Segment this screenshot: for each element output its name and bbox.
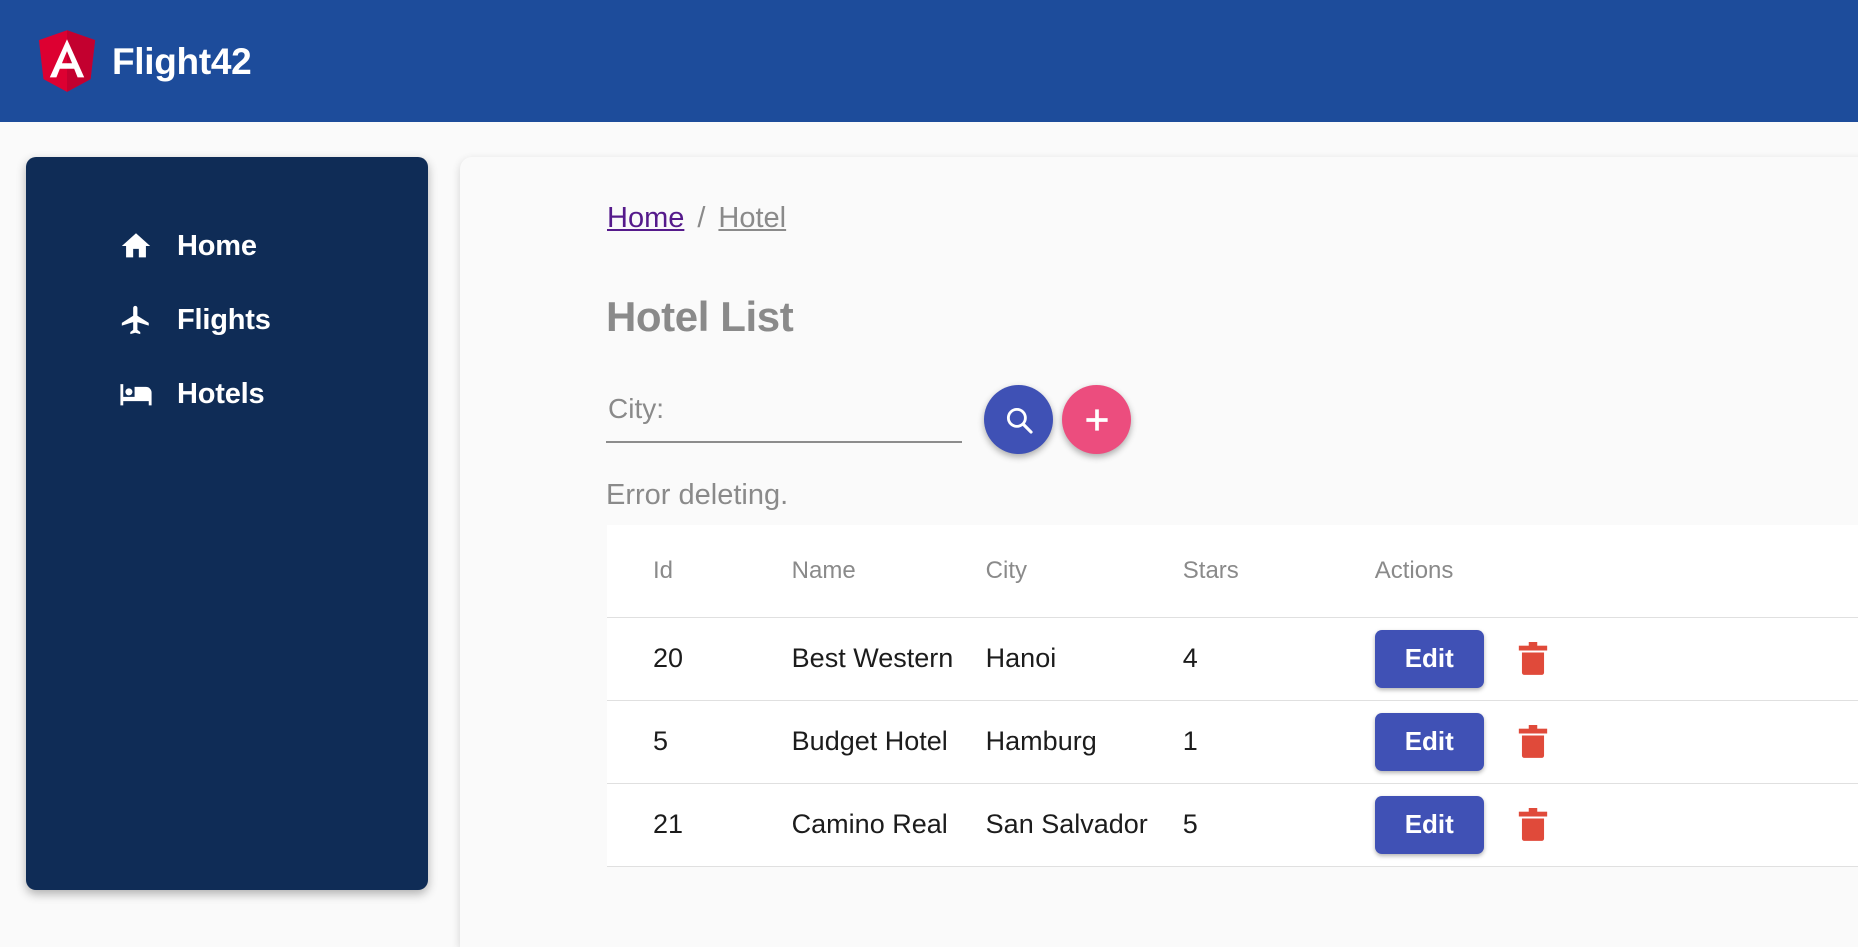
breadcrumb-separator: / (697, 202, 706, 234)
plus-icon (1080, 403, 1114, 437)
column-header-stars: Stars (1182, 525, 1375, 618)
top-app-bar: Flight42 (0, 0, 1858, 122)
edit-button[interactable]: Edit (1374, 795, 1484, 854)
angular-logo-icon (38, 30, 96, 92)
cell-city: Hamburg (985, 700, 1183, 784)
cell-actions: Edit (1374, 617, 1858, 701)
trash-icon (1516, 806, 1550, 844)
cell-stars: 4 (1182, 617, 1375, 701)
cell-stars: 5 (1182, 783, 1375, 867)
table-row: 5 Budget Hotel Hamburg 1 Edit (607, 700, 1858, 784)
search-button[interactable] (984, 385, 1053, 454)
sidebar-item-label: Home (177, 229, 257, 262)
trash-icon (1516, 723, 1550, 761)
table-body: 20 Best Western Hanoi 4 Edit 5 Budget Ho… (607, 617, 1858, 867)
sidebar-item-hotels[interactable]: Hotels (26, 357, 428, 431)
hotel-table: Id Name City Stars Actions 20 Best Weste… (607, 525, 1858, 867)
trash-icon (1516, 640, 1550, 678)
sidebar-nav: Home Flights Hotels (26, 157, 428, 890)
cell-name: Budget Hotel (791, 700, 986, 784)
cell-name: Camino Real (791, 783, 986, 867)
edit-button[interactable]: Edit (1374, 629, 1484, 688)
column-header-city: City (985, 525, 1183, 618)
cell-stars: 1 (1182, 700, 1375, 784)
sidebar-item-label: Hotels (177, 377, 265, 410)
cell-id: 21 (607, 783, 792, 867)
error-message: Error deleting. (606, 479, 789, 511)
sidebar-item-flights[interactable]: Flights (26, 283, 428, 357)
table-row: 21 Camino Real San Salvador 5 Edit (607, 783, 1858, 867)
airplane-icon (119, 303, 153, 337)
breadcrumb-link-hotel[interactable]: Hotel (718, 202, 786, 235)
column-header-id: Id (607, 525, 792, 618)
city-field-wrapper (606, 386, 962, 453)
search-icon (1002, 403, 1036, 437)
cell-actions: Edit (1374, 783, 1858, 867)
cell-id: 5 (607, 700, 792, 784)
edit-button[interactable]: Edit (1374, 712, 1484, 771)
search-toolbar (606, 385, 1131, 454)
table-header: Id Name City Stars Actions (607, 525, 1858, 618)
brand[interactable]: Flight42 (38, 30, 252, 92)
delete-button[interactable] (1512, 802, 1554, 848)
cell-name: Best Western (791, 617, 986, 701)
column-header-actions: Actions (1374, 525, 1858, 618)
table-header-row: Id Name City Stars Actions (607, 525, 1858, 618)
delete-button[interactable] (1512, 636, 1554, 682)
cell-city: Hanoi (985, 617, 1183, 701)
bed-icon (119, 377, 153, 411)
sidebar-item-label: Flights (177, 303, 271, 336)
page-title: Hotel List (606, 293, 794, 341)
breadcrumb-link-home[interactable]: Home (607, 202, 684, 235)
page-body: Home Flights Hotels Home / Hotel Hotel L… (0, 122, 1858, 947)
hotel-table-container: Id Name City Stars Actions 20 Best Weste… (607, 525, 1858, 867)
table-row: 20 Best Western Hanoi 4 Edit (607, 617, 1858, 701)
delete-button[interactable] (1512, 719, 1554, 765)
brand-title: Flight42 (112, 40, 252, 82)
column-header-name: Name (791, 525, 986, 618)
city-search-input[interactable] (606, 386, 962, 443)
cell-actions: Edit (1374, 700, 1858, 784)
home-icon (119, 229, 153, 263)
main-content-card: Home / Hotel Hotel List City: Error dele… (460, 157, 1858, 947)
add-hotel-button[interactable] (1062, 385, 1131, 454)
sidebar-item-home[interactable]: Home (26, 209, 428, 283)
cell-id: 20 (607, 617, 792, 701)
breadcrumb: Home / Hotel (607, 202, 786, 235)
cell-city: San Salvador (985, 783, 1183, 867)
